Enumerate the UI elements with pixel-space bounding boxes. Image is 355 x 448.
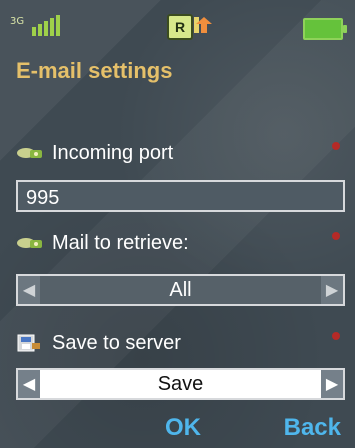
mail-to-retrieve-selector[interactable]: ◀ All ▶: [16, 274, 345, 306]
right-arrow-button[interactable]: ▶: [321, 276, 343, 304]
battery-icon: [303, 18, 347, 40]
right-arrow-button[interactable]: ▶: [321, 370, 343, 398]
save-to-server-label-row: Save to server: [16, 326, 340, 360]
save-to-server-label: Save to server: [52, 331, 181, 354]
save-to-server-selector[interactable]: ◀ Save ▶: [16, 368, 345, 400]
required-indicator: [332, 332, 340, 340]
network-badge-icon: R: [167, 14, 193, 40]
softkey-bar: OK Back: [0, 412, 355, 446]
mail-to-retrieve-value: All: [169, 278, 192, 301]
incoming-port-field[interactable]: 995: [16, 180, 345, 212]
page-title: E-mail settings: [16, 58, 173, 83]
mail-server-icon: [17, 148, 42, 158]
left-arrow-button[interactable]: ◀: [18, 276, 40, 304]
data-transfer-icon: [194, 17, 212, 33]
status-bar: 3G R: [0, 0, 355, 42]
save-to-server-icon: [17, 334, 40, 352]
required-indicator: [332, 142, 340, 150]
back-softkey[interactable]: Back: [284, 414, 341, 442]
ok-softkey[interactable]: OK: [165, 414, 201, 442]
svg-text:3G: 3G: [10, 16, 24, 27]
mail-to-retrieve-label-row: Mail to retrieve:: [16, 226, 340, 260]
signal-strength-icon: 3G: [10, 15, 60, 36]
mail-server-icon: [17, 238, 42, 248]
save-to-server-value: Save: [157, 372, 204, 395]
incoming-port-label: Incoming port: [52, 141, 174, 164]
mail-to-retrieve-label: Mail to retrieve:: [52, 231, 189, 254]
left-arrow-button[interactable]: ◀: [18, 370, 40, 398]
incoming-port-label-row: Incoming port: [16, 136, 340, 170]
required-indicator: [332, 232, 340, 240]
